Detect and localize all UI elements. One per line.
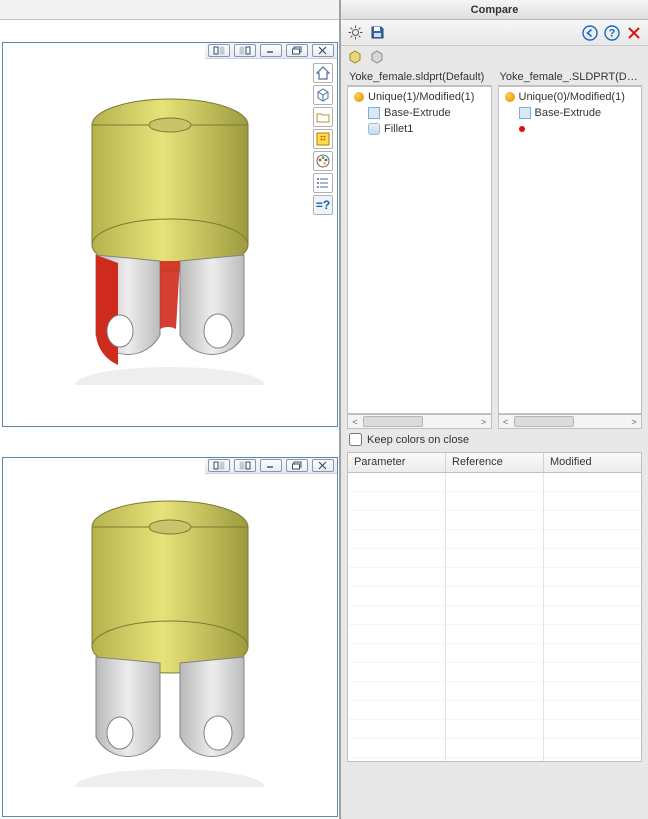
part-b-icon[interactable] [369, 49, 385, 65]
sb-folder-icon[interactable] [313, 107, 333, 127]
tree-header-ref[interactable]: Yoke_female.sldprt(Default) [347, 68, 492, 86]
grid-header-modified[interactable]: Modified [544, 453, 641, 472]
root-icon [354, 92, 364, 102]
tree-root-ref-label: Unique(1)/Modified(1) [368, 91, 474, 103]
tree-root-ref[interactable]: Unique(1)/Modified(1) [350, 89, 489, 105]
compare-toolbar: ? [341, 20, 648, 46]
grid-header-parameter[interactable]: Parameter [348, 453, 446, 472]
tree-root-mod[interactable]: Unique(0)/Modified(1) [501, 89, 640, 105]
save-icon[interactable] [369, 25, 385, 41]
tree-body-mod[interactable]: Unique(0)/Modified(1) Base-Extrude [498, 86, 643, 414]
doc2-viewport[interactable] [3, 458, 337, 816]
fillet-icon [368, 123, 380, 135]
left-pane: ⌗ =? [0, 0, 341, 819]
tree-item[interactable]: Fillet1 [350, 121, 489, 137]
tree-item-missing [501, 121, 640, 137]
doc-window-2 [2, 457, 338, 817]
part-a-icon[interactable] [347, 49, 363, 65]
left-top-bar [0, 0, 339, 20]
compare-panel: Compare ? Yoke_female.sldprt(Default) Un… [341, 0, 648, 819]
sb-misc-icon[interactable]: ⌗ [313, 129, 333, 149]
tree-col-ref: Yoke_female.sldprt(Default) Unique(1)/Mo… [347, 68, 492, 429]
doc-window-1: ⌗ =? [2, 42, 338, 427]
sb-box-icon[interactable] [313, 85, 333, 105]
svg-text:?: ? [609, 27, 616, 39]
tree-header-mod[interactable]: Yoke_female_.SLDPRT(Defau [498, 68, 643, 86]
compare-toolbar-secondary [341, 46, 648, 68]
gear-icon[interactable] [347, 25, 363, 41]
help-icon[interactable]: ? [604, 25, 620, 41]
grid-header-reference[interactable]: Reference [446, 453, 544, 472]
back-icon[interactable] [582, 25, 598, 41]
doc1-sidebar: ⌗ =? [313, 63, 335, 215]
part-model-modified [60, 85, 280, 385]
missing-icon [519, 126, 525, 132]
feature-icon [368, 107, 380, 119]
tree-item-label: Base-Extrude [384, 107, 451, 119]
doc1-viewport[interactable] [3, 43, 337, 426]
tree-item-label: Fillet1 [384, 123, 413, 135]
part-model-reference [60, 487, 280, 787]
sb-home-icon[interactable] [313, 63, 333, 83]
tree-item-label: Base-Extrude [535, 107, 602, 119]
svg-text:⌗: ⌗ [320, 133, 326, 145]
keep-colors-checkbox[interactable] [349, 433, 362, 446]
tree-scrollbar-ref[interactable]: <> [347, 414, 492, 429]
tree-body-ref[interactable]: Unique(1)/Modified(1) Base-Extrude Fille… [347, 86, 492, 414]
compare-trees: Yoke_female.sldprt(Default) Unique(1)/Mo… [341, 68, 648, 429]
compare-title: Compare [341, 0, 648, 20]
compare-grid: Parameter Reference Modified [347, 452, 642, 762]
close-icon[interactable] [626, 25, 642, 41]
grid-header: Parameter Reference Modified [348, 453, 641, 473]
keep-colors-label: Keep colors on close [367, 434, 469, 446]
tree-item[interactable]: Base-Extrude [501, 105, 640, 121]
root-icon [505, 92, 515, 102]
tree-item[interactable]: Base-Extrude [350, 105, 489, 121]
sb-help-icon[interactable]: =? [313, 195, 333, 215]
tree-root-mod-label: Unique(0)/Modified(1) [519, 91, 625, 103]
tree-scrollbar-mod[interactable]: <> [498, 414, 643, 429]
keep-colors-row: Keep colors on close [341, 429, 648, 450]
grid-body[interactable] [348, 473, 641, 761]
sb-palette-icon[interactable] [313, 151, 333, 171]
tree-col-mod: Yoke_female_.SLDPRT(Defau Unique(0)/Modi… [498, 68, 643, 429]
sb-list-icon[interactable] [313, 173, 333, 193]
feature-icon [519, 107, 531, 119]
